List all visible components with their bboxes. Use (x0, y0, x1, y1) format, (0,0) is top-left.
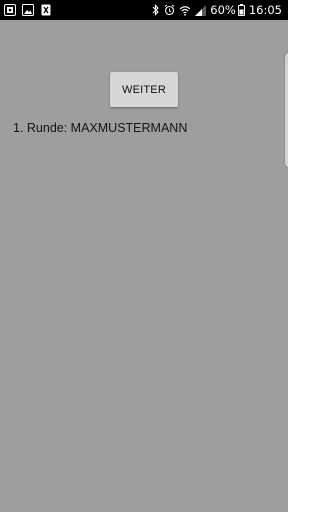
gallery-notification-icon (22, 4, 34, 16)
bluetooth-icon (152, 4, 160, 16)
clock: 16:05 (248, 3, 282, 17)
alarm-icon (164, 4, 175, 16)
status-bar: 60% 16:05 (0, 0, 288, 20)
file-notification-icon (41, 4, 51, 16)
notification-area (4, 3, 58, 17)
signal-icon (195, 4, 207, 16)
system-icons: 60% 16:05 (148, 2, 282, 18)
battery-percentage: 60% (210, 3, 236, 17)
image-notification-icon (4, 4, 16, 16)
edge-panel-handle[interactable] (285, 52, 288, 168)
wifi-icon (179, 5, 191, 16)
weiter-button[interactable]: WEITER (110, 72, 178, 107)
round-label: 1. Runde: MAXMUSTERMANN (13, 121, 188, 135)
battery-icon (237, 4, 245, 16)
app-screen: 60% 16:05 WEITER 1. Runde: MAXMUSTERMANN (0, 0, 288, 512)
